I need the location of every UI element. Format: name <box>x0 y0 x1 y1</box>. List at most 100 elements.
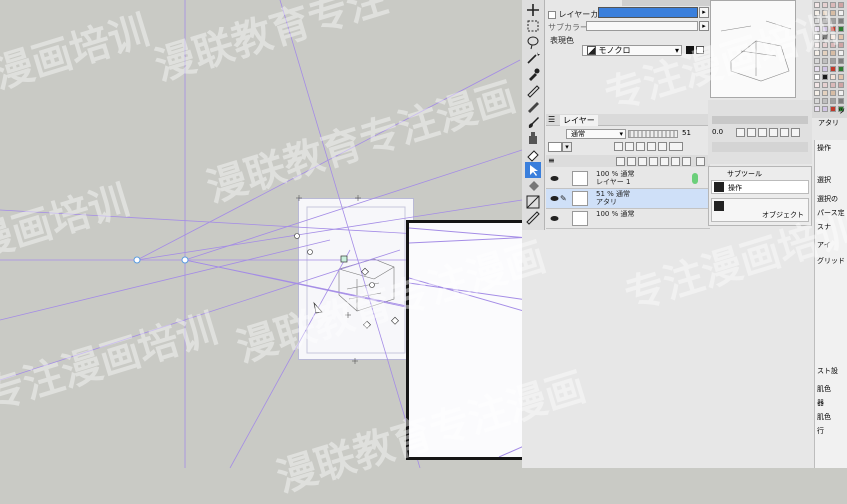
color-swatch[interactable] <box>838 34 844 40</box>
color-swatch[interactable] <box>814 82 820 88</box>
color-swatch[interactable] <box>814 58 820 64</box>
color-swatch[interactable] <box>830 34 836 40</box>
fit-icon[interactable] <box>758 128 767 137</box>
selection-tool-icon[interactable] <box>525 18 541 34</box>
mask-icon[interactable] <box>658 142 667 151</box>
flip-icon[interactable] <box>780 128 789 137</box>
eye-level-handle[interactable] <box>340 255 348 263</box>
color-swatch[interactable] <box>838 58 844 64</box>
color-swatch[interactable] <box>822 2 828 8</box>
airbrush-tool-icon[interactable] <box>525 130 541 146</box>
color-swatch[interactable] <box>838 2 844 8</box>
figure-tool-icon[interactable] <box>525 194 541 210</box>
tool-property-selected[interactable]: 選択の <box>817 194 838 204</box>
ruler-layer-icon[interactable] <box>682 157 691 166</box>
color-swatch[interactable] <box>830 42 836 48</box>
layer-row[interactable]: 100 % 通常 レイヤー 1 <box>546 169 710 189</box>
color-swatch[interactable] <box>830 2 836 8</box>
ruler-tool-icon[interactable] <box>525 210 541 226</box>
rotate-icon[interactable] <box>769 128 778 137</box>
sub-color-swatch[interactable] <box>586 21 698 31</box>
eye-icon[interactable] <box>550 194 559 203</box>
zoom-out-icon[interactable] <box>747 128 756 137</box>
layer-color-swatch[interactable] <box>598 7 698 18</box>
color-swatch[interactable] <box>830 74 836 80</box>
new-folder-icon[interactable] <box>638 157 647 166</box>
tool-property-row3[interactable]: 肌色 <box>817 412 831 422</box>
new-raster-layer-icon[interactable] <box>616 157 625 166</box>
color-swatch[interactable] <box>830 98 836 104</box>
magic-wand-tool-icon[interactable] <box>525 50 541 66</box>
tool-property-text[interactable]: スト設 <box>817 366 838 376</box>
white-color-chip[interactable] <box>696 46 704 54</box>
mask-create-icon[interactable] <box>671 157 680 166</box>
color-swatch[interactable] <box>814 42 820 48</box>
layer-color-mode-button[interactable] <box>548 142 562 152</box>
vanishing-point-left[interactable] <box>133 256 141 264</box>
color-swatch[interactable] <box>830 58 836 64</box>
color-swatch[interactable] <box>830 10 836 16</box>
eye-icon[interactable] <box>550 214 559 223</box>
fill-tool-icon[interactable] <box>525 178 541 194</box>
operation-tool-icon[interactable] <box>525 162 541 178</box>
eye-icon[interactable] <box>550 174 559 183</box>
sub-color-arrow-icon[interactable]: ▸ <box>699 21 709 31</box>
black-color-chip[interactable] <box>686 46 694 54</box>
sub-color-row[interactable]: サブカラー <box>548 22 588 33</box>
layer-row-selected[interactable]: ✎ 51 % 通常 アタリ <box>546 189 710 209</box>
color-swatch[interactable] <box>814 98 820 104</box>
color-swatch[interactable] <box>830 66 836 72</box>
color-swatch[interactable] <box>838 98 844 104</box>
color-swatch[interactable] <box>814 26 820 32</box>
color-swatch[interactable] <box>814 34 820 40</box>
pen-tool-icon[interactable] <box>525 82 541 98</box>
color-swatch[interactable] <box>838 90 844 96</box>
new-vector-layer-icon[interactable] <box>627 157 636 166</box>
color-swatch[interactable] <box>838 74 844 80</box>
layer-color-arrow-icon[interactable]: ▸ <box>699 7 709 18</box>
color-swatch[interactable] <box>814 2 820 8</box>
tool-property-select[interactable]: 選択 <box>817 175 831 185</box>
rotation-slider[interactable] <box>712 142 808 152</box>
color-swatch[interactable] <box>822 18 828 24</box>
color-swatch[interactable] <box>822 74 828 80</box>
color-swatch[interactable] <box>822 90 828 96</box>
merge-icon[interactable] <box>660 157 669 166</box>
lasso-tool-icon[interactable] <box>525 34 541 50</box>
tool-property-row1[interactable]: 肌色 <box>817 384 831 394</box>
color-swatch[interactable] <box>822 34 828 40</box>
eyedropper-tool-icon[interactable] <box>525 66 541 82</box>
color-swatch[interactable] <box>822 106 828 112</box>
color-swatch[interactable] <box>838 82 844 88</box>
color-set-palette[interactable] <box>812 0 847 118</box>
color-swatch[interactable] <box>830 90 836 96</box>
color-swatch[interactable] <box>814 50 820 56</box>
layer-tab[interactable]: レイヤー <box>560 115 598 126</box>
tool-property-row2[interactable]: 器 <box>817 398 824 408</box>
color-swatch[interactable] <box>822 42 828 48</box>
color-swatch[interactable] <box>830 50 836 56</box>
color-swatch[interactable] <box>822 98 828 104</box>
brush-tool-icon[interactable] <box>525 114 541 130</box>
zoom-slider[interactable] <box>712 116 808 124</box>
move-tool-icon[interactable] <box>525 2 541 18</box>
opacity-slider[interactable] <box>628 130 678 138</box>
color-swatch[interactable] <box>830 82 836 88</box>
clip-icon[interactable] <box>625 142 634 151</box>
color-swatch[interactable] <box>814 90 820 96</box>
transfer-down-icon[interactable] <box>649 157 658 166</box>
color-swatch[interactable] <box>822 66 828 72</box>
vanishing-point-center[interactable] <box>181 256 189 264</box>
layer-color-checkbox[interactable] <box>548 10 556 19</box>
navigator-thumbnail[interactable] <box>710 0 796 98</box>
color-swatch[interactable] <box>830 26 836 32</box>
blend-mode-select[interactable]: 通常 ▾ <box>566 129 626 139</box>
color-swatch[interactable] <box>814 10 820 16</box>
display-color-select[interactable]: モノクロ ▾ <box>582 45 682 56</box>
layer-mode-dropdown-icon[interactable]: ▾ <box>562 142 572 152</box>
pencil-tool-icon[interactable] <box>525 98 541 114</box>
tool-property-icon[interactable]: アイ <box>817 240 831 250</box>
color-swatch[interactable] <box>814 18 820 24</box>
subtool-item-object[interactable]: オブジェクト <box>711 198 809 222</box>
delete-layer-icon[interactable] <box>696 157 705 166</box>
